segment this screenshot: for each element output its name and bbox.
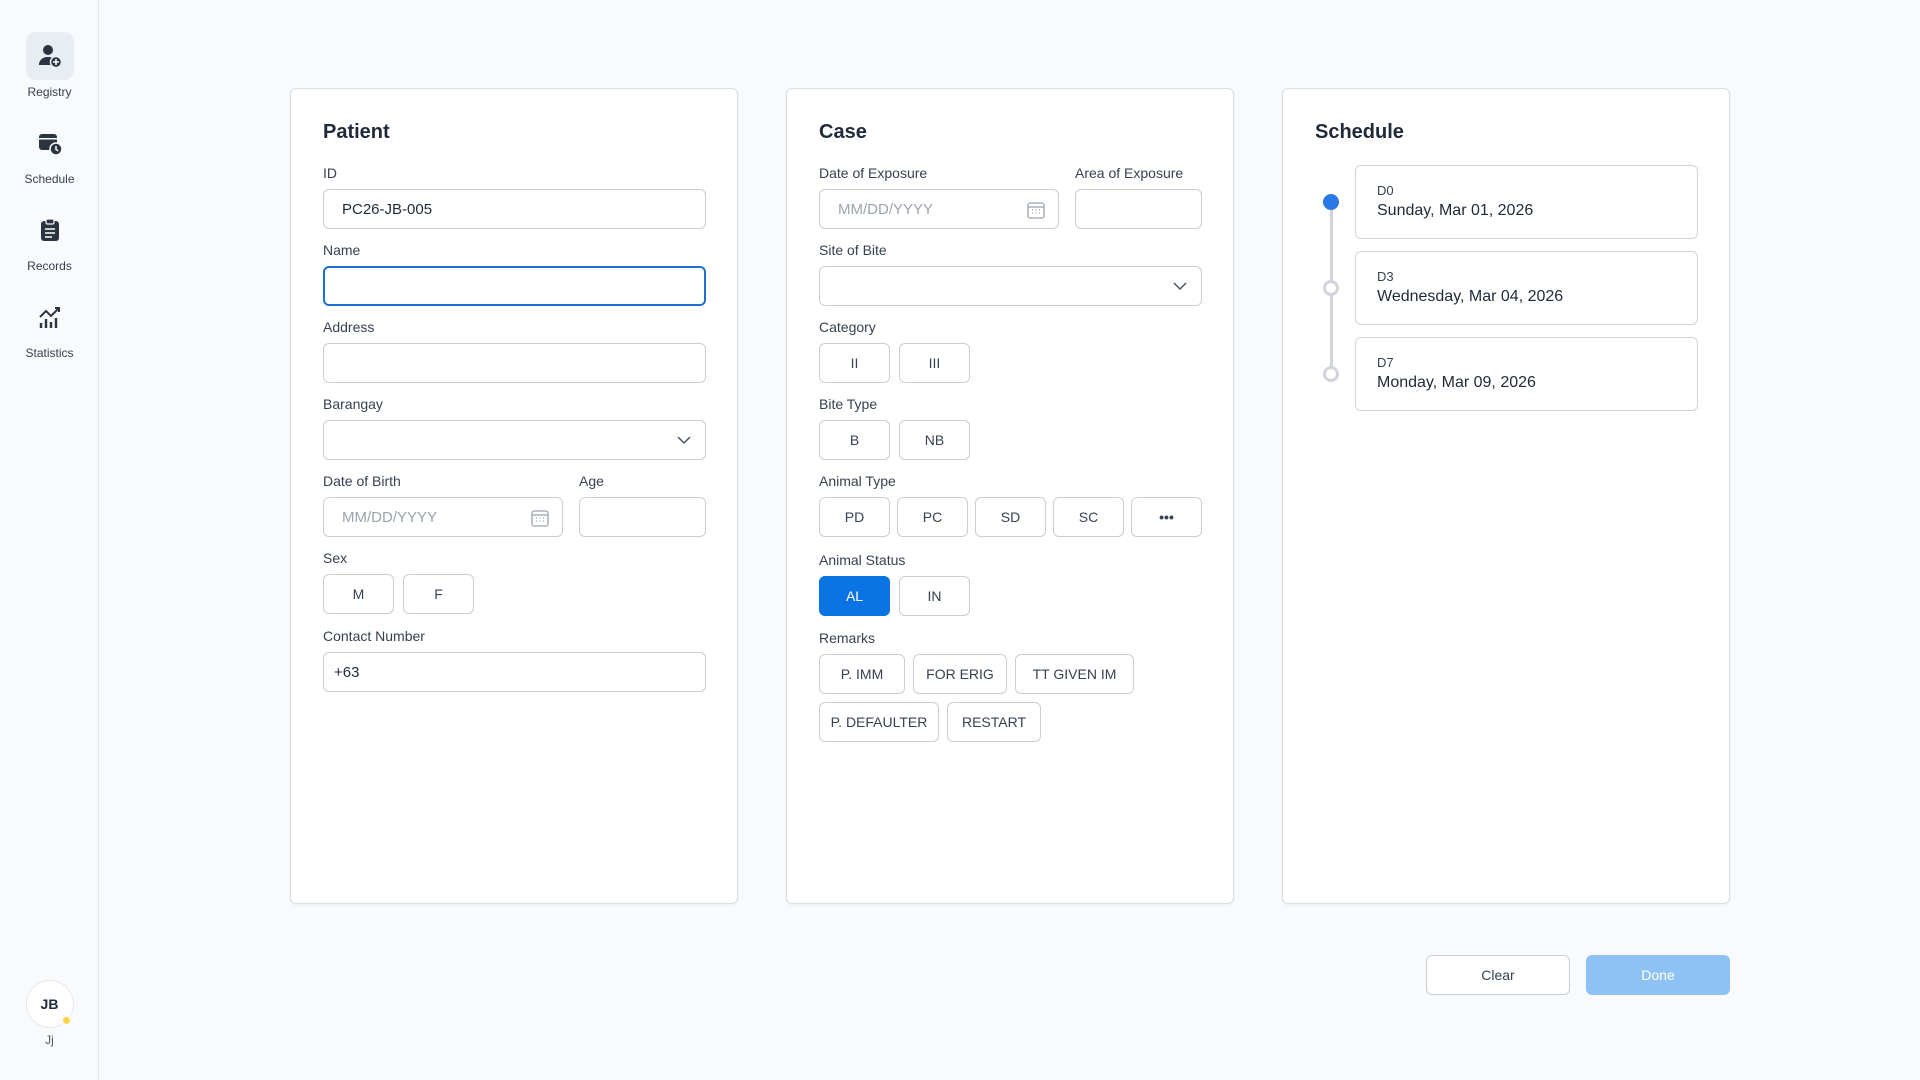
- sidebar-item-statistics[interactable]: Statistics: [0, 293, 99, 360]
- remark-option-p-imm[interactable]: P. IMM: [819, 654, 905, 694]
- calendar-clock-icon: [26, 119, 74, 167]
- remarks-label: Remarks: [819, 630, 876, 646]
- avatar-initials: JB: [40, 996, 59, 1012]
- user-profile[interactable]: JB Jj: [0, 980, 99, 1047]
- sidebar-item-label: Registry: [27, 85, 72, 99]
- patient-title: Patient: [323, 121, 390, 143]
- contact-field[interactable]: +63: [323, 652, 706, 692]
- site-label: Site of Bite: [819, 242, 887, 258]
- sidebar-item-label: Schedule: [24, 172, 75, 186]
- user-plus-icon: [25, 32, 74, 80]
- sidebar-item-label: Statistics: [25, 346, 74, 360]
- dose-code: D3: [1377, 269, 1394, 284]
- bite-type-option-b[interactable]: B: [819, 420, 890, 460]
- timeline-dot-d3: [1323, 280, 1339, 296]
- animal-type-option-sc[interactable]: SC: [1053, 497, 1124, 537]
- animal-status-option-al[interactable]: AL: [819, 576, 890, 616]
- dob-field[interactable]: MM/DD/YYYY: [323, 497, 563, 537]
- case-card: Case Date of Exposure MM/DD/YYYY Area of…: [786, 88, 1234, 904]
- dose-date: Monday, Mar 09, 2026: [1377, 374, 1536, 391]
- dose-card-d3[interactable]: D3 Wednesday, Mar 04, 2026: [1355, 251, 1698, 325]
- bite-type-option-nb[interactable]: NB: [899, 420, 970, 460]
- dose-date: Wednesday, Mar 04, 2026: [1377, 288, 1564, 305]
- category-option-ii[interactable]: II: [819, 343, 890, 383]
- timeline-dot-d0: [1323, 194, 1339, 210]
- dose-code: D7: [1377, 355, 1394, 370]
- contact-value: +63: [334, 663, 360, 681]
- animal-type-option-sd[interactable]: SD: [975, 497, 1046, 537]
- sidebar-item-label: Records: [27, 259, 72, 273]
- chevron-down-icon: [675, 431, 693, 453]
- animal-status-label: Animal Status: [819, 552, 906, 568]
- clear-button[interactable]: Clear: [1426, 955, 1570, 995]
- patient-card: Patient ID PC26-JB-005 Name Address Bara…: [290, 88, 738, 904]
- timeline-dot-d7: [1323, 366, 1339, 382]
- dose-code: D0: [1377, 183, 1394, 198]
- dose-card-d7[interactable]: D7 Monday, Mar 09, 2026: [1355, 337, 1698, 411]
- dose-card-d0[interactable]: D0 Sunday, Mar 01, 2026: [1355, 165, 1698, 239]
- sex-option-m[interactable]: M: [323, 574, 394, 614]
- exposure-date-field[interactable]: MM/DD/YYYY: [819, 189, 1059, 229]
- exposure-date-placeholder: MM/DD/YYYY: [838, 200, 934, 218]
- dob-label: Date of Birth: [323, 473, 401, 489]
- status-dot: [61, 1016, 71, 1025]
- clipboard-icon: [26, 206, 74, 254]
- address-label: Address: [323, 319, 375, 335]
- schedule-title: Schedule: [1315, 121, 1404, 143]
- name-label: Name: [323, 242, 361, 258]
- bite-type-label: Bite Type: [819, 396, 878, 412]
- site-select[interactable]: [819, 266, 1202, 306]
- sex-option-f[interactable]: F: [403, 574, 474, 614]
- calendar-icon[interactable]: [1026, 200, 1046, 224]
- animal-status-option-in[interactable]: IN: [899, 576, 970, 616]
- avatar[interactable]: JB: [25, 980, 74, 1028]
- dob-placeholder: MM/DD/YYYY: [342, 508, 438, 526]
- sidebar-item-schedule[interactable]: Schedule: [0, 119, 99, 186]
- remark-option-restart[interactable]: RESTART: [947, 702, 1041, 742]
- barangay-select[interactable]: [323, 420, 706, 460]
- calendar-icon[interactable]: [530, 508, 550, 532]
- chart-line-icon: [26, 293, 74, 341]
- chevron-down-icon: [1171, 277, 1189, 299]
- sex-label: Sex: [323, 550, 348, 566]
- user-name: Jj: [45, 1033, 54, 1047]
- remark-option-tt-given-im[interactable]: TT GIVEN IM: [1015, 654, 1134, 694]
- id-value: PC26-JB-005: [342, 200, 433, 218]
- barangay-label: Barangay: [323, 396, 383, 412]
- case-title: Case: [819, 121, 867, 143]
- address-field[interactable]: [323, 343, 706, 383]
- age-label: Age: [579, 473, 604, 489]
- sidebar: Registry Schedule Records Statistics JB …: [0, 0, 99, 1080]
- category-option-iii[interactable]: III: [899, 343, 970, 383]
- exposure-area-label: Area of Exposure: [1075, 165, 1184, 181]
- dose-date: Sunday, Mar 01, 2026: [1377, 202, 1534, 219]
- name-field[interactable]: [323, 266, 706, 306]
- id-label: ID: [323, 165, 337, 181]
- age-field[interactable]: [579, 497, 706, 537]
- exposure-area-field[interactable]: [1075, 189, 1202, 229]
- category-label: Category: [819, 319, 876, 335]
- animal-type-option-pc[interactable]: PC: [897, 497, 968, 537]
- sidebar-item-registry[interactable]: Registry: [0, 32, 99, 99]
- remark-option-for-erig[interactable]: FOR ERIG: [913, 654, 1007, 694]
- id-field[interactable]: PC26-JB-005: [323, 189, 706, 229]
- contact-label: Contact Number: [323, 628, 425, 644]
- exposure-date-label: Date of Exposure: [819, 165, 928, 181]
- animal-type-option-pd[interactable]: PD: [819, 497, 890, 537]
- animal-type-label: Animal Type: [819, 473, 896, 489]
- sidebar-item-records[interactable]: Records: [0, 206, 99, 273]
- done-button[interactable]: Done: [1586, 955, 1730, 995]
- remark-option-p-defaulter[interactable]: P. DEFAULTER: [819, 702, 939, 742]
- animal-type-more-button[interactable]: •••: [1131, 497, 1202, 537]
